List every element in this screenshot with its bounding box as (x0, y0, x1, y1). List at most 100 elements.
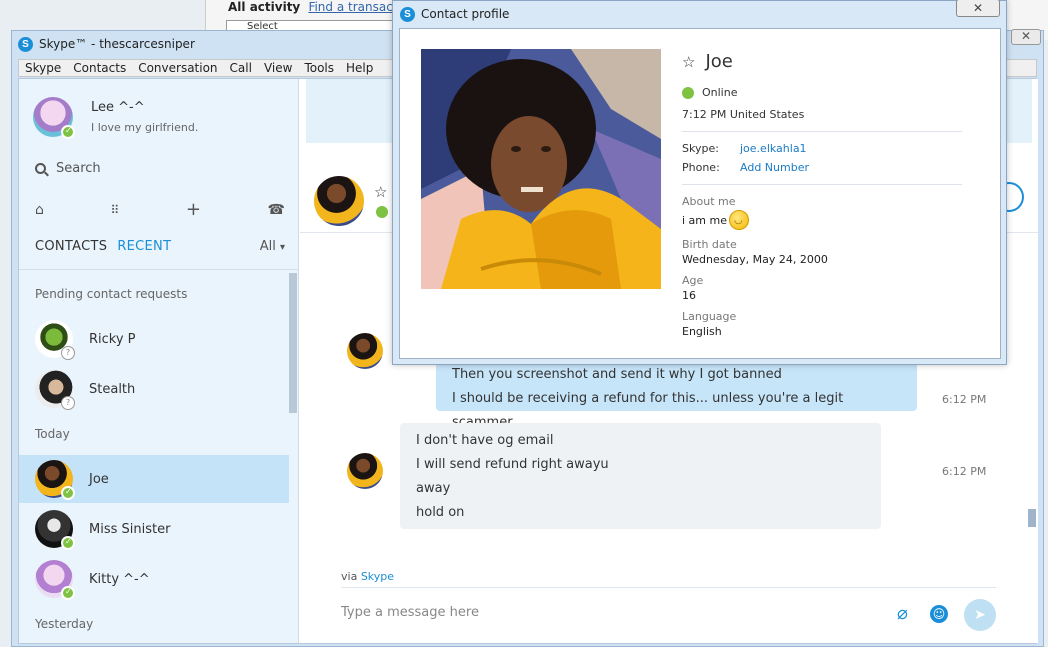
menu-view[interactable]: View (258, 61, 298, 75)
contact-item-miss-sinister[interactable]: Miss Sinister (19, 505, 289, 553)
menu-contacts[interactable]: Contacts (67, 61, 132, 75)
message-input[interactable]: Type a message here (341, 605, 479, 620)
skype-logo-icon: S (400, 6, 415, 22)
background-heading: All activity Find a transaction (228, 0, 416, 14)
online-status-icon (376, 206, 388, 218)
contact-avatar: ? (35, 320, 75, 360)
section-pending: Pending contact requests (35, 287, 188, 301)
via-label: via Skype (341, 570, 395, 583)
profile-photo (421, 49, 661, 289)
profile-body: ☆ Joe Online 7:12 PM United States Skype… (399, 28, 1001, 359)
contact-item-kitty[interactable]: Kitty ^-^ (19, 555, 289, 603)
add-number-link[interactable]: Add Number (740, 161, 809, 174)
age-label: Age (682, 274, 704, 287)
tab-recent[interactable]: RECENT (117, 239, 171, 254)
profile-info: ☆ Joe Online 7:12 PM United States Skype… (682, 51, 982, 346)
conversation-scrollbar[interactable] (1028, 509, 1036, 527)
contact-item-ricky-p[interactable]: ? Ricky P (19, 315, 289, 363)
profile-name-row: ☆ Joe (682, 51, 982, 72)
about-label: About me (682, 195, 736, 208)
language-value: English (682, 325, 722, 338)
search-input[interactable]: Search (56, 161, 101, 176)
incoming-message: I don't have og email I will send refund… (400, 423, 881, 529)
online-status-icon (682, 86, 694, 99)
contacts-book-icon[interactable]: ☎ (268, 202, 285, 218)
add-icon[interactable]: + (186, 199, 201, 220)
compose-divider (341, 587, 996, 588)
message-text: Then you screenshot and send it why I go… (452, 367, 782, 382)
online-status-icon (61, 486, 75, 500)
phone-label: Phone: (682, 161, 720, 174)
profile-separator (682, 131, 962, 132)
menu-call[interactable]: Call (224, 61, 258, 75)
emoticon-icon[interactable]: ☺ (930, 605, 948, 623)
message-time: 6:12 PM (942, 465, 987, 478)
contact-name: Miss Sinister (89, 521, 171, 537)
skype-id-link[interactable]: joe.elkahla1 (740, 142, 807, 155)
profile-separator (682, 184, 962, 185)
my-profile[interactable]: Lee ^-^ I love my girlfriend. (33, 97, 199, 139)
profile-photo-image (421, 49, 661, 289)
sidebar-scrollbar[interactable] (289, 273, 297, 413)
favorite-star-icon[interactable]: ☆ (374, 183, 387, 201)
filter-dropdown[interactable]: All ▾ (260, 239, 285, 254)
message-text: I will send refund right awayu (416, 457, 609, 472)
smiley-emoticon-icon (729, 210, 749, 230)
contact-avatar (35, 510, 75, 550)
sidebar-icon-row: ⌂ ⠿ + ☎ (35, 199, 285, 220)
attachment-icon[interactable]: ⌀ (897, 603, 908, 624)
profile-local-time: 7:12 PM United States (682, 108, 805, 121)
my-avatar (33, 97, 75, 139)
contact-name: Stealth (89, 381, 136, 397)
pending-status-icon: ? (61, 346, 75, 360)
skype-logo-icon: S (18, 36, 33, 52)
send-button[interactable]: ➤ (964, 599, 996, 631)
message-text: away (416, 481, 451, 496)
message-avatar[interactable] (347, 453, 383, 489)
profile-skype-row: Skype: joe.elkahla1 (682, 142, 982, 155)
contact-tabs: CONTACTS RECENT All ▾ (35, 239, 285, 254)
contact-avatar: ? (35, 370, 75, 410)
menu-help[interactable]: Help (340, 61, 379, 75)
via-skype-link[interactable]: Skype (361, 570, 394, 583)
dialpad-icon[interactable]: ⠿ (110, 203, 119, 217)
contact-avatar (35, 460, 75, 500)
contact-item-stealth[interactable]: ? Stealth (19, 365, 289, 413)
pending-status-icon: ? (61, 396, 75, 410)
message-text: hold on (416, 505, 465, 520)
contact-avatar (35, 560, 75, 600)
menu-skype[interactable]: Skype (19, 61, 67, 75)
home-icon[interactable]: ⌂ (35, 202, 44, 218)
profile-name: Joe (705, 51, 733, 72)
search-box[interactable]: Search (35, 161, 101, 176)
profile-title-bar: S Contact profile (393, 1, 1006, 27)
skype-close-button[interactable]: ✕ (1011, 29, 1041, 45)
profile-close-button[interactable]: ✕ (956, 0, 1000, 17)
section-today: Today (35, 427, 70, 441)
birth-date-label: Birth date (682, 238, 737, 251)
contact-item-joe[interactable]: Joe (19, 455, 289, 503)
online-status-icon (61, 586, 75, 600)
birth-date-value: Wednesday, May 24, 2000 (682, 253, 828, 266)
profile-phone-row: Phone: Add Number (682, 161, 982, 174)
message-avatar[interactable] (347, 333, 383, 369)
online-status-icon (61, 536, 75, 550)
menu-tools[interactable]: Tools (298, 61, 340, 75)
message-time: 6:12 PM (942, 393, 987, 406)
contact-name: Kitty ^-^ (89, 571, 150, 587)
my-mood: I love my girlfriend. (91, 121, 199, 134)
my-name: Lee ^-^ (91, 100, 145, 115)
section-yesterday: Yesterday (35, 617, 94, 631)
tab-contacts[interactable]: CONTACTS (35, 239, 107, 254)
message-text: I don't have og email (416, 433, 554, 448)
online-status-icon (61, 125, 75, 139)
conversation-avatar[interactable] (314, 176, 364, 226)
window-title: Skype™ - thescarcesniper (39, 37, 195, 51)
search-icon (35, 163, 46, 174)
contact-profile-window: S Contact profile ✕ ☆ Joe Online 7:12 PM… (392, 0, 1007, 365)
age-value: 16 (682, 289, 696, 302)
menu-conversation[interactable]: Conversation (132, 61, 223, 75)
favorite-star-icon[interactable]: ☆ (682, 53, 695, 71)
sidebar: Lee ^-^ I love my girlfriend. Search ⌂ ⠿… (19, 79, 299, 643)
contact-name: Joe (89, 471, 109, 487)
